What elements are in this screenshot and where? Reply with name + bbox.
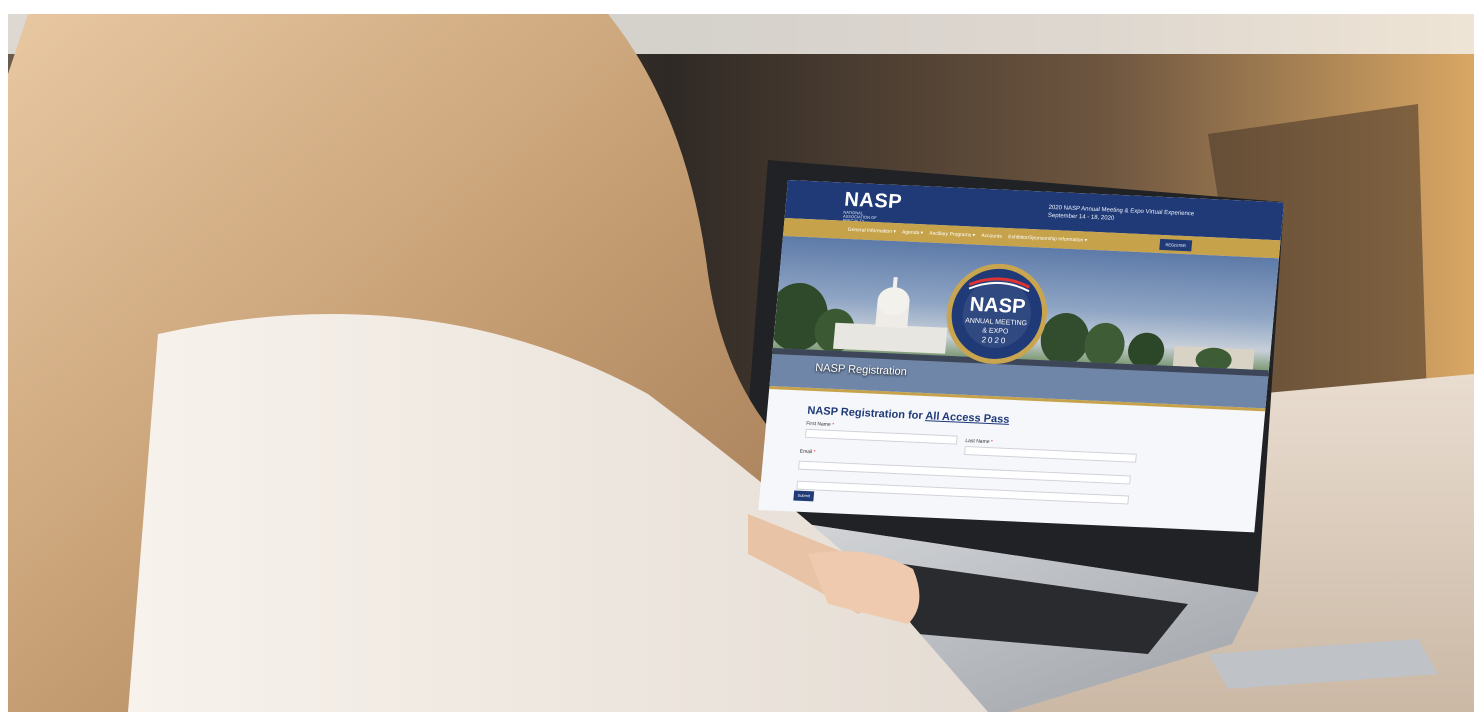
hero-banner: NASP ANNUAL MEETING & EXPO 2020 NASP Reg… — [769, 236, 1279, 409]
event-title: 2020 NASP Annual Meeting & Expo Virtual … — [1047, 204, 1195, 227]
register-button[interactable]: REGISTER — [1159, 238, 1193, 252]
badge-line2: & EXPO — [982, 327, 1009, 335]
email-input[interactable] — [798, 460, 1131, 485]
email-label: Email * — [799, 448, 816, 456]
first-name-input[interactable] — [804, 428, 958, 445]
nav-exhibitor-sponsorship[interactable]: Exhibitor/Sponsorship Information ▾ — [1008, 234, 1087, 244]
submit-button[interactable]: Submit — [793, 490, 815, 502]
first-name-label: First Name * — [805, 420, 835, 429]
photo-scene: NASP NATIONAL ASSOCIATION OF SPECIALTY P… — [8, 14, 1474, 712]
form-title-prefix: NASP Registration for — [806, 404, 926, 423]
registration-form: NASP Registration for All Access Pass Fi… — [758, 389, 1265, 532]
badge-year: 2020 — [981, 335, 1008, 345]
nav-general-information[interactable]: General Information ▾ — [848, 227, 897, 235]
last-name-input[interactable] — [964, 446, 1137, 463]
all-access-pass-link[interactable]: All Access Pass — [925, 410, 1010, 426]
last-name-label: Last Name * — [965, 438, 994, 446]
badge-name: NASP — [969, 294, 1027, 318]
email-confirm-input[interactable] — [796, 480, 1130, 505]
nav-agenda[interactable]: Agenda ▾ — [902, 229, 924, 236]
nav-accounts[interactable]: Accounts — [981, 233, 1002, 240]
registration-website: NASP NATIONAL ASSOCIATION OF SPECIALTY P… — [758, 180, 1284, 533]
capitol-illustration: NASP ANNUAL MEETING & EXPO 2020 — [769, 263, 1269, 409]
nav-ancillary-programs[interactable]: Ancillary Programs ▾ — [929, 231, 975, 239]
laptop-screen: NASP NATIONAL ASSOCIATION OF SPECIALTY P… — [756, 180, 1308, 563]
